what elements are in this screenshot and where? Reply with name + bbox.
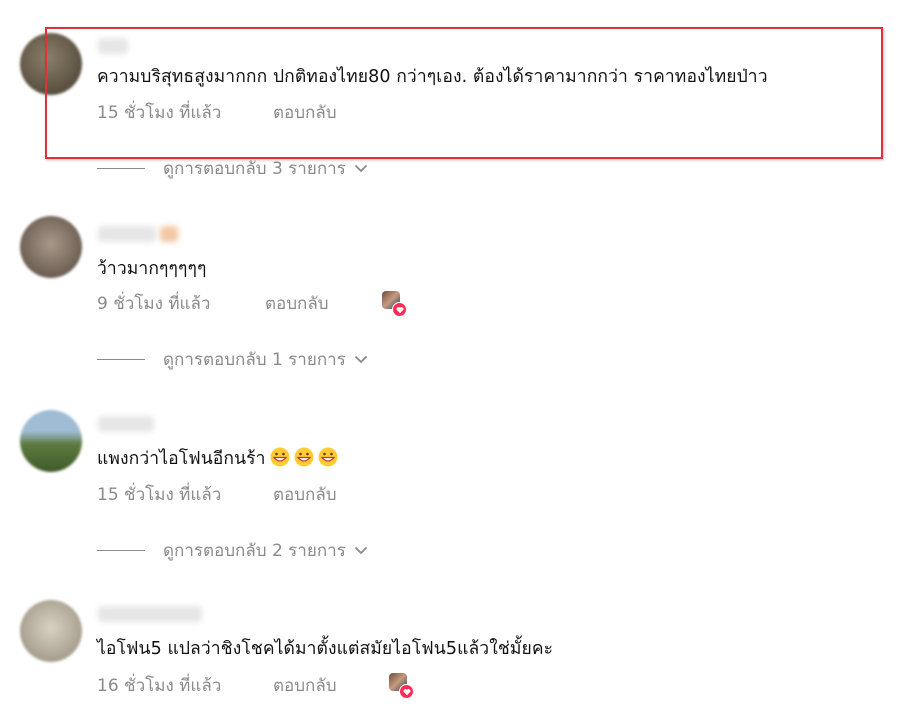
comment-text: ว้าวมากๆๆๆๆๆ: [97, 259, 207, 279]
comment-text: ไอโฟน5 แปลว่าชิงโชคได้มาตั้งแต่สมัยไอโฟน…: [97, 639, 554, 659]
avatar[interactable]: [20, 33, 82, 95]
badge-blurred: [160, 226, 178, 242]
chevron-down-icon: [354, 356, 367, 363]
view-replies-label: ดูการตอบกลับ 3 รายการ: [163, 158, 346, 179]
view-replies-label: ดูการตอบกลับ 1 รายการ: [163, 349, 346, 370]
reply-button[interactable]: ตอบกลับ: [273, 672, 337, 699]
comment-text-body: แพงกว่าไอโฟนอีกนร้า: [97, 449, 266, 469]
divider: [97, 167, 145, 169]
comment-time: 9 ชั่วโมง ที่แล้ว: [97, 294, 211, 314]
comment-time: 15 ชั่วโมง ที่แล้ว: [97, 103, 222, 123]
highlight-annotation-box: [45, 27, 883, 159]
comment-text: แพงกว่าไอโฟนอีกนร้า: [97, 447, 338, 471]
view-replies-button[interactable]: ดูการตอบกลับ 1 รายการ: [97, 347, 368, 371]
grinning-face-icon: [270, 447, 290, 467]
username-blurred[interactable]: [98, 416, 154, 432]
reply-button[interactable]: ตอบกลับ: [273, 481, 337, 508]
divider: [97, 549, 145, 551]
grinning-face-icon: [294, 447, 314, 467]
reply-button[interactable]: ตอบกลับ: [265, 290, 329, 317]
comment-time: 16 ชั่วโมง ที่แล้ว: [97, 676, 222, 696]
comment-text: ความบริสุทธสูงมากกก ปกติทองไทย80 กว่าๆเอ…: [97, 67, 768, 87]
chevron-down-icon: [354, 165, 367, 172]
avatar[interactable]: [20, 410, 82, 472]
view-replies-button[interactable]: ดูการตอบกลับ 2 รายการ: [97, 538, 368, 562]
username-blurred[interactable]: [98, 38, 128, 54]
heart-icon: [392, 302, 407, 317]
avatar[interactable]: [20, 216, 82, 278]
username-blurred[interactable]: [98, 606, 202, 622]
divider: [97, 358, 145, 360]
chevron-down-icon: [354, 547, 367, 554]
username-blurred[interactable]: [98, 226, 156, 242]
avatar[interactable]: [20, 600, 82, 662]
view-replies-button[interactable]: ดูการตอบกลับ 3 รายการ: [97, 156, 368, 180]
comment-time: 15 ชั่วโมง ที่แล้ว: [97, 485, 222, 505]
reply-button[interactable]: ตอบกลับ: [273, 99, 337, 126]
view-replies-label: ดูการตอบกลับ 2 รายการ: [163, 540, 346, 561]
grinning-face-icon: [318, 447, 338, 467]
heart-icon: [399, 684, 414, 699]
